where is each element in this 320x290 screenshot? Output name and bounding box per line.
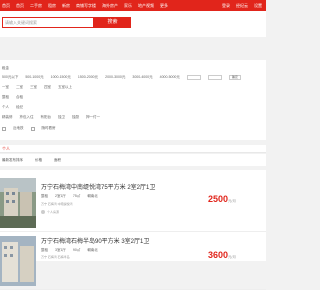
nav-item-overseas[interactable]: 海外房产 <box>102 3 118 9</box>
rent-option[interactable]: 1500-2000元 <box>78 75 98 80</box>
room-option[interactable]: 三室 <box>30 85 37 90</box>
listing-layout: 3室1厅 <box>55 248 66 252</box>
search-input[interactable]: 请输入关键词搜索 <box>2 17 94 28</box>
feature-option[interactable]: 精装修 <box>2 115 13 120</box>
feature-row: 精装修 拎包入住 有阳台 独卫 独厨 押一付一 <box>2 115 107 120</box>
filter-panel: 租金 500元以下 500-1000元 1000-1500元 1500-2000… <box>0 60 266 140</box>
tab-personal[interactable]: 个人 <box>2 146 10 152</box>
room-option[interactable]: 四室 <box>44 85 51 90</box>
source-option[interactable]: 个人 <box>2 105 9 110</box>
sort-area[interactable]: 面积 <box>54 158 61 163</box>
rent-label: 租金 <box>2 66 9 70</box>
listing-area: 75㎡ <box>72 194 81 198</box>
rent-label-row: 租金 <box>2 66 16 71</box>
nav-item-rent[interactable]: 租房 <box>48 3 56 9</box>
type-row: 整租 合租 <box>2 95 30 100</box>
avatar <box>41 210 45 214</box>
listing-agent: 个人房源 <box>41 210 59 214</box>
rent-option[interactable]: 3000-4000元 <box>132 75 152 80</box>
listing-orientation: 朝南北 <box>87 194 98 198</box>
listing-address: 万宁 石梅湾 石梅半岛 <box>41 255 70 259</box>
feature-option[interactable]: 有阳台 <box>41 115 52 120</box>
login-link[interactable]: 登录 <box>222 3 230 9</box>
nav-right: 登录 经纪云 设置 <box>216 0 262 11</box>
min-price-input[interactable] <box>186 75 201 80</box>
nav-item-home-decor[interactable]: 家乐 <box>124 3 132 9</box>
listing-area: 90㎡ <box>72 248 81 252</box>
nav-item-office[interactable]: 商铺写字楼 <box>76 3 96 9</box>
listing-item[interactable]: 万宁石梅湾中南缇悦湾75平方米 2室2厅1卫 整租 2室1厅 75㎡ 朝南北 万… <box>0 174 266 232</box>
top-nav: 首页 首页 二手房 租房 新房 商铺写字楼 海外房产 家乐 地产视频 更多 登录… <box>0 0 266 11</box>
type-option[interactable]: 合租 <box>16 95 23 100</box>
listing-tabs: 个人 <box>0 145 266 153</box>
listing-layout: 2室1厅 <box>55 194 66 198</box>
listing-meta: 整租 3室1厅 90㎡ 朝南北 <box>41 248 105 253</box>
listing-agent-name: 个人房源 <box>47 210 60 214</box>
listing-list: 万宁石梅湾中南缇悦湾75平方米 2室2厅1卫 整租 2室1厅 75㎡ 朝南北 万… <box>0 170 266 290</box>
listing-address: 万宁 石梅湾 中南缇悦湾 <box>41 202 73 206</box>
listing-price: 2500 <box>207 194 228 204</box>
check-row: 近地铁 随时看房 <box>2 126 63 131</box>
rent-option[interactable]: 2000-3000元 <box>105 75 125 80</box>
view-anytime-label: 随时看房 <box>41 126 56 130</box>
view-anytime-checkbox[interactable] <box>30 126 35 131</box>
room-option[interactable]: 一室 <box>2 85 9 90</box>
rent-option[interactable]: 4000-5000元 <box>160 75 180 80</box>
near-subway-checkbox[interactable] <box>2 126 6 131</box>
search-button[interactable]: 搜索 <box>94 17 131 28</box>
listing-photo[interactable] <box>0 178 36 228</box>
sort-bar: 最新发布排序 价格 面积 <box>0 154 266 166</box>
listing-meta: 整租 2室1厅 75㎡ 朝南北 <box>41 194 105 199</box>
feature-option[interactable]: 押一付一 <box>86 115 100 120</box>
listing-type: 整租 <box>41 194 48 198</box>
nav-item-new[interactable]: 新房 <box>62 3 70 9</box>
nav-item-more[interactable]: 更多 <box>160 3 168 9</box>
source-option[interactable]: 经纪 <box>16 105 23 110</box>
near-subway-label: 近地铁 <box>13 126 24 130</box>
nav-item-home[interactable]: 首页 <box>2 3 10 9</box>
rent-option[interactable]: 500-1000元 <box>25 75 43 80</box>
feature-option[interactable]: 拎包入住 <box>20 115 34 120</box>
listing-item[interactable]: 万宁石梅湾石梅半岛90平方米 3室2厅1卫 整租 3室1厅 90㎡ 朝南北 万宁… <box>0 232 266 290</box>
listing-price: 3600 <box>207 250 228 260</box>
listing-photo[interactable] <box>0 236 36 286</box>
feature-option[interactable]: 独厨 <box>72 115 79 120</box>
room-option[interactable]: 五室以上 <box>58 85 72 90</box>
room-option[interactable]: 二室 <box>16 85 23 90</box>
room-row: 一室 二室 三室 四室 五室以上 <box>2 85 79 90</box>
feature-option[interactable]: 独卫 <box>58 115 65 120</box>
listing-type: 整租 <box>41 248 48 252</box>
nav-item-secondhand[interactable]: 二手房 <box>30 3 42 9</box>
max-price-input[interactable] <box>207 75 222 80</box>
rent-option[interactable]: 1000-1500元 <box>51 75 71 80</box>
settings-link[interactable]: 设置 <box>254 3 262 9</box>
listing-price-unit: 元/月 <box>228 255 236 259</box>
nav-item-home-2[interactable]: 首页 <box>16 3 24 9</box>
listing-title[interactable]: 万宁石梅湾石梅半岛90平方米 3室2厅1卫 <box>41 236 149 245</box>
listing-orientation: 朝南北 <box>87 248 98 252</box>
price-confirm-button[interactable]: 确定 <box>228 75 241 80</box>
listing-price-unit: 元/月 <box>228 199 236 203</box>
rent-options-row: 500元以下 500-1000元 1000-1500元 1500-2000元 2… <box>2 75 248 80</box>
rent-option[interactable]: 500元以下 <box>2 75 18 80</box>
source-row: 个人 经纪 <box>2 105 30 110</box>
broker-cloud-link[interactable]: 经纪云 <box>236 3 248 9</box>
sort-latest[interactable]: 最新发布排序 <box>2 158 23 163</box>
type-option[interactable]: 整租 <box>2 95 9 100</box>
listing-title[interactable]: 万宁石梅湾中南缇悦湾75平方米 2室2厅1卫 <box>41 182 155 191</box>
sort-price[interactable]: 价格 <box>35 158 42 163</box>
nav-item-video[interactable]: 地产视频 <box>138 3 154 9</box>
